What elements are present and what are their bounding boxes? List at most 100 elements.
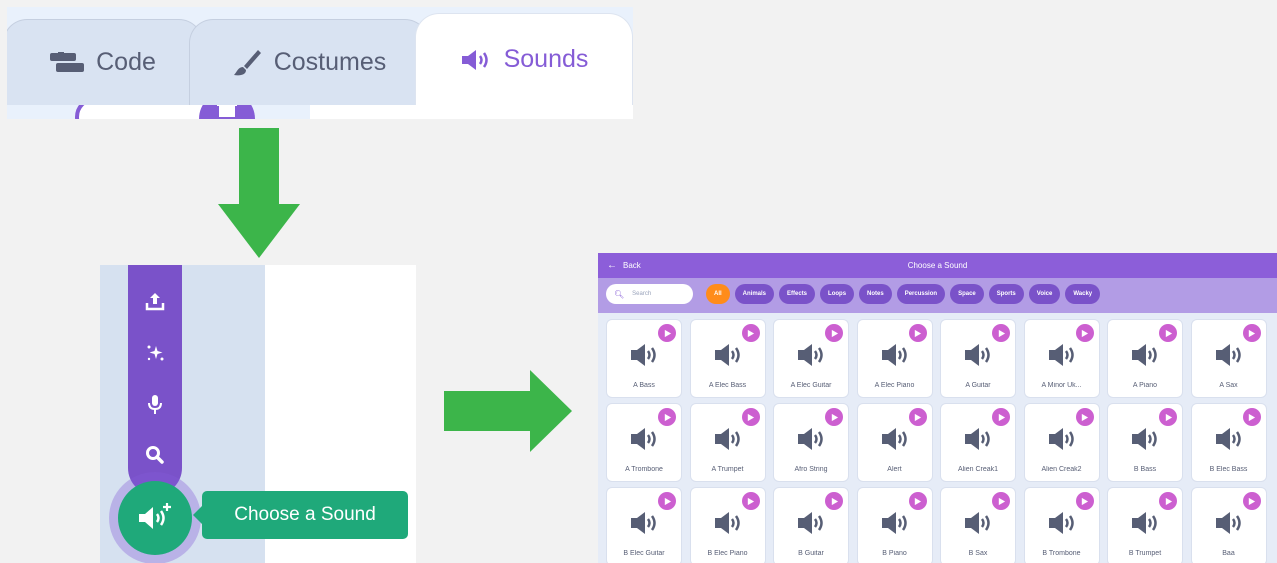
sound-name: B Trumpet	[1128, 550, 1162, 557]
play-icon[interactable]	[658, 408, 676, 426]
sound-name: B Sax	[968, 550, 988, 557]
search-sound-button[interactable]	[128, 435, 182, 475]
play-icon[interactable]	[992, 324, 1010, 342]
sound-card[interactable]: A Elec Guitar	[773, 319, 849, 398]
sound-card[interactable]: B Piano	[856, 487, 933, 563]
sound-card[interactable]: A Guitar	[940, 319, 1016, 398]
sound-card[interactable]: B Elec Piano	[689, 487, 766, 563]
play-icon[interactable]	[1159, 324, 1177, 342]
speaker-icon	[963, 342, 993, 368]
category-chip-space[interactable]: Space	[950, 284, 984, 304]
speaker-icon	[1130, 510, 1160, 536]
sound-card[interactable]: B Bass	[1107, 403, 1183, 482]
search-icon: 🔍︎	[614, 289, 625, 299]
sound-name: A Trombone	[625, 466, 663, 473]
sound-card[interactable]: B Elec Guitar	[606, 487, 682, 563]
upload-icon	[145, 293, 165, 311]
play-icon[interactable]	[1075, 408, 1094, 426]
tab-costumes[interactable]: Costumes	[189, 19, 429, 105]
play-icon[interactable]	[908, 492, 927, 510]
sound-card[interactable]: A Bass	[606, 319, 682, 398]
category-chip-wacky[interactable]: Wacky	[1065, 284, 1101, 304]
play-icon[interactable]	[1075, 324, 1094, 342]
category-chip-effects[interactable]: Effects	[779, 284, 816, 304]
play-icon[interactable]	[1075, 492, 1094, 510]
add-sound-icon	[139, 503, 171, 529]
category-chip-percussion[interactable]: Percussion	[896, 284, 946, 304]
speaker-icon	[963, 510, 993, 536]
play-icon[interactable]	[1242, 324, 1261, 342]
play-icon[interactable]	[825, 408, 843, 426]
record-button[interactable]	[128, 385, 182, 425]
speaker-icon	[629, 510, 659, 536]
category-chip-animals[interactable]: Animals	[734, 284, 775, 304]
speaker-icon	[1214, 426, 1244, 452]
sound-card[interactable]: A Sax	[1190, 319, 1267, 398]
sound-library: ← Back Choose a Sound 🔍︎ Search All Anima…	[598, 253, 1277, 563]
sound-card[interactable]: A Trumpet	[689, 403, 766, 482]
sound-card[interactable]: Alien Creak2	[1023, 403, 1100, 482]
play-icon[interactable]	[1242, 408, 1261, 426]
search-input[interactable]: 🔍︎ Search	[606, 284, 693, 304]
speaker-icon	[796, 426, 826, 452]
tab-code[interactable]: Code	[7, 19, 203, 105]
play-icon[interactable]	[1242, 492, 1261, 510]
choose-sound-tooltip: Choose a Sound	[193, 491, 408, 539]
category-chip-voice[interactable]: Voice	[1028, 284, 1061, 304]
library-title: Choose a Sound	[907, 261, 968, 270]
speaker-icon	[1130, 426, 1160, 452]
play-icon[interactable]	[1159, 492, 1177, 510]
category-chip-notes[interactable]: Notes	[859, 284, 892, 304]
category-chip-loops[interactable]: Loops	[820, 284, 855, 304]
paintbrush-icon	[232, 48, 262, 78]
sound-card[interactable]: B Elec Bass	[1190, 403, 1267, 482]
sound-card[interactable]: B Trumpet	[1107, 487, 1183, 563]
play-icon[interactable]	[825, 324, 843, 342]
play-icon[interactable]	[992, 408, 1010, 426]
sound-card[interactable]: B Guitar	[773, 487, 849, 563]
play-icon[interactable]	[908, 408, 927, 426]
speaker-icon	[1047, 426, 1077, 452]
sound-card[interactable]: Alien Creak1	[940, 403, 1016, 482]
sound-name: B Guitar	[798, 550, 824, 557]
arrow-right-icon	[444, 370, 572, 452]
sound-card[interactable]: Alert	[856, 403, 933, 482]
tab-sounds[interactable]: Sounds	[415, 13, 633, 105]
sound-card[interactable]: Afro String	[773, 403, 849, 482]
sound-name: A Elec Guitar	[790, 382, 832, 389]
surprise-button[interactable]	[128, 333, 182, 373]
speaker-icon	[713, 426, 743, 452]
play-icon[interactable]	[658, 324, 676, 342]
speaker-icon	[880, 426, 910, 452]
speaker-icon	[629, 426, 659, 452]
sound-card[interactable]: Baa	[1190, 487, 1267, 563]
play-icon[interactable]	[992, 492, 1010, 510]
play-icon[interactable]	[741, 324, 760, 342]
upload-sound-button[interactable]	[128, 281, 182, 321]
play-icon[interactable]	[825, 492, 843, 510]
sound-card[interactable]: A Piano	[1107, 319, 1183, 398]
speaker-icon	[713, 510, 743, 536]
category-chips: All Animals Effects Loops Notes Percussion Spa…	[706, 284, 1101, 304]
tabs-crop: Code Costumes Sounds	[7, 7, 633, 119]
play-icon[interactable]	[908, 324, 927, 342]
play-icon[interactable]	[741, 492, 760, 510]
play-icon[interactable]	[1159, 408, 1177, 426]
sound-name: A Trumpet	[711, 466, 744, 473]
sound-card[interactable]: B Trombone	[1023, 487, 1100, 563]
play-icon[interactable]	[658, 492, 676, 510]
sound-card[interactable]: A Minor Uk...	[1023, 319, 1100, 398]
sound-card[interactable]: A Elec Piano	[856, 319, 933, 398]
sound-name: B Elec Bass	[1209, 466, 1248, 473]
category-chip-sports[interactable]: Sports	[988, 284, 1024, 304]
category-chip-all[interactable]: All	[706, 284, 730, 304]
sound-card[interactable]: B Sax	[940, 487, 1016, 563]
sound-card[interactable]: A Trombone	[606, 403, 682, 482]
sound-name: B Elec Guitar	[623, 550, 665, 557]
sound-card[interactable]: A Elec Bass	[689, 319, 766, 398]
play-icon[interactable]	[741, 408, 760, 426]
sound-name: A Guitar	[965, 382, 991, 389]
choose-sound-button[interactable]	[118, 481, 192, 555]
surprise-sparkle-icon	[147, 345, 164, 361]
sound-name: B Bass	[1133, 466, 1157, 473]
